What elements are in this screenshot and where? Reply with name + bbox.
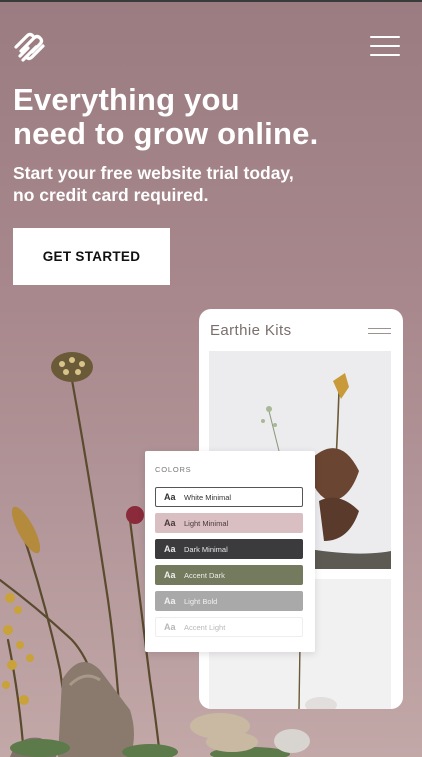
colors-panel-title: COLORS <box>155 465 192 474</box>
subhead-line-1: Start your free website trial today, <box>13 163 294 183</box>
wheat-head <box>11 506 41 554</box>
swatch-font-sample: Aa <box>164 492 176 502</box>
hero-headline: Everything you need to grow online. <box>13 83 413 151</box>
top-divider <box>0 0 422 2</box>
swatch-font-sample: Aa <box>164 544 176 554</box>
lotus-pod <box>51 352 93 382</box>
hero-subhead: Start your free website trial today, no … <box>13 162 413 206</box>
hamburger-menu-icon[interactable] <box>370 36 400 62</box>
get-started-button[interactable]: GET STARTED <box>13 228 170 285</box>
swatch-label: Accent Dark <box>184 570 225 580</box>
swatch-label: Dark Minimal <box>184 544 228 554</box>
colors-panel: COLORS Aa White Minimal Aa Light Minimal Aa D… <box>145 451 315 652</box>
squarespace-logo-icon[interactable] <box>12 30 48 64</box>
color-swatch-dark-minimal[interactable]: Aa Dark Minimal <box>155 539 303 559</box>
swatch-label: White Minimal <box>184 492 232 502</box>
swatch-label: Light Bold <box>184 596 218 606</box>
preview-menu-icon <box>368 328 391 338</box>
swatch-font-sample: Aa <box>164 518 176 528</box>
color-swatch-accent-light[interactable]: Aa Accent Light <box>155 617 303 637</box>
red-bud <box>126 506 144 524</box>
swatch-font-sample: Aa <box>164 596 176 606</box>
headline-line-2: need to grow online. <box>13 116 319 151</box>
color-swatch-white-minimal[interactable]: Aa White Minimal <box>155 487 303 507</box>
color-swatch-accent-dark[interactable]: Aa Accent Dark <box>155 565 303 585</box>
color-swatch-light-minimal[interactable]: Aa Light Minimal <box>155 513 303 533</box>
swatch-font-sample: Aa <box>164 570 176 580</box>
swatch-font-sample: Aa <box>164 622 176 632</box>
headline-line-1: Everything you <box>13 82 240 117</box>
swatch-label: Accent Light <box>184 622 226 632</box>
swatch-label: Light Minimal <box>184 518 229 528</box>
color-swatch-light-bold[interactable]: Aa Light Bold <box>155 591 303 611</box>
preview-site-title: Earthie Kits <box>210 322 292 339</box>
subhead-line-2: no credit card required. <box>13 185 209 205</box>
